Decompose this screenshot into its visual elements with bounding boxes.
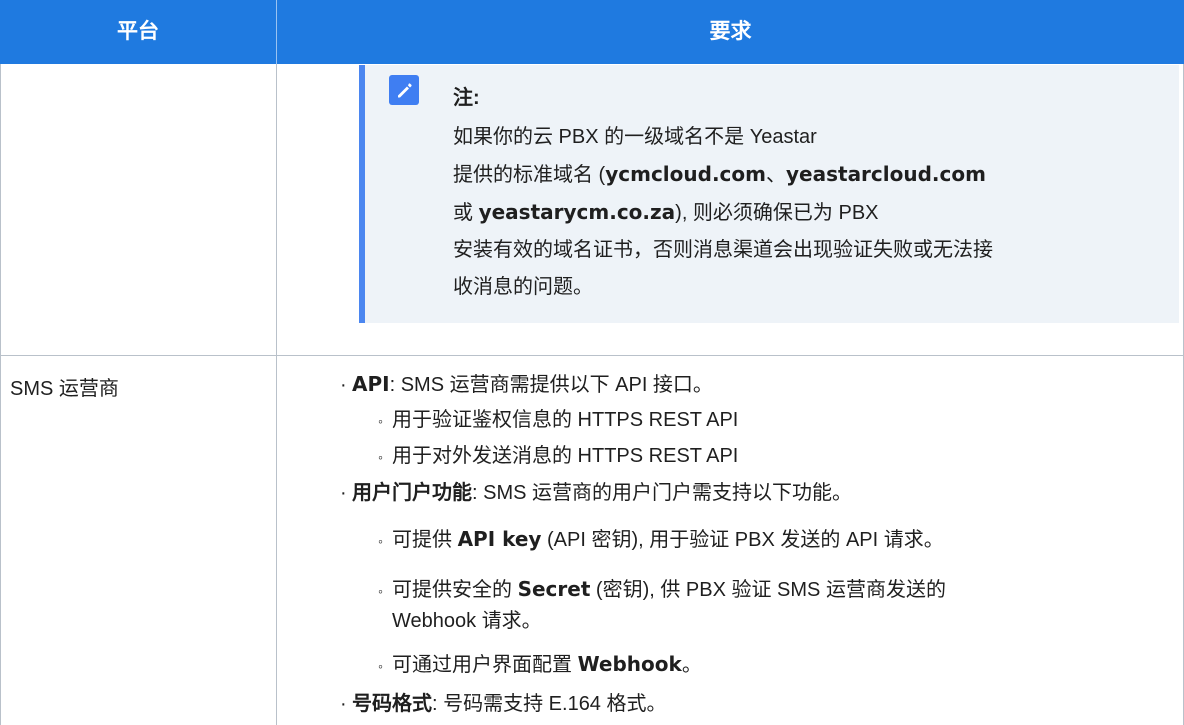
note-line: 安装有效的域名证书，否则消息渠道会出现验证失败或无法接: [453, 239, 993, 261]
row-divider: [0, 355, 1184, 356]
requirement-portal-sub: ◦ 可提供安全的 Secret (密钥), 供 PBX 验证 SMS 运营商发送的: [378, 573, 946, 607]
platform-sms-carrier: SMS 运营商: [10, 378, 119, 400]
label-portal: 用户门户功能: [352, 480, 472, 504]
note-text: 或: [453, 202, 479, 224]
note-body: 如果你的云 PBX 的一级域名不是 Yeastar 提供的标准域名 (ycmcl…: [453, 119, 1173, 306]
text: : 号码需支持 E.164 格式。: [432, 693, 667, 715]
text: 可提供安全的: [392, 579, 518, 601]
note-title: 注:: [453, 87, 480, 109]
sub-bullet: ◦: [378, 533, 383, 549]
sub-bullet: ◦: [378, 658, 383, 674]
text: 可提供: [392, 529, 458, 551]
note-text: 、: [766, 164, 786, 186]
text: 用于验证鉴权信息的 HTTPS REST API: [392, 409, 739, 431]
sub-bullet: ◦: [378, 449, 383, 465]
text: (API 密钥), 用于验证 PBX 发送的 API 请求。: [541, 529, 944, 551]
text: 。: [681, 654, 702, 676]
text: 可通过用户界面配置: [392, 654, 578, 676]
label-api-key: API key: [457, 527, 542, 551]
text: 用于对外发送消息的 HTTPS REST API: [392, 445, 739, 467]
text: : SMS 运营商需提供以下 API 接口。: [389, 374, 713, 396]
pencil-edit-icon: [389, 75, 419, 105]
header-requirements: 要求: [709, 20, 752, 43]
domain-yeastarcloud: yeastarcloud.com: [786, 162, 986, 186]
note-text: ), 则必须确保已为 PBX: [675, 202, 879, 224]
bullet: ·: [340, 482, 347, 504]
sub-bullet: ◦: [378, 413, 383, 429]
requirement-portal: · 用户门户功能: SMS 运营商的用户门户需支持以下功能。: [340, 476, 852, 509]
text: (密钥), 供 PBX 验证 SMS 运营商发送的: [590, 579, 946, 601]
requirement-portal-sub-cont: Webhook 请求。: [392, 610, 542, 632]
requirement-api-sub: ◦ 用于对外发送消息的 HTTPS REST API: [378, 440, 738, 473]
requirements-table: 平台 要求 注: 如果你的云 PBX 的一级域名不是 Yeastar 提供的标准…: [0, 0, 1184, 725]
label-webhook: Webhook: [577, 652, 682, 676]
header-platform: 平台: [117, 20, 159, 43]
note-line: 收消息的问题。: [453, 276, 593, 298]
requirement-api-sub: ◦ 用于验证鉴权信息的 HTTPS REST API: [378, 404, 738, 437]
column-divider: [276, 64, 277, 725]
label-format: 号码格式: [352, 691, 432, 715]
requirement-portal-sub: ◦ 可通过用户界面配置 Webhook。: [378, 648, 702, 682]
label-api: API: [352, 372, 390, 396]
requirement-api: · API: SMS 运营商需提供以下 API 接口。: [340, 368, 713, 401]
domain-ycmcloud: ycmcloud.com: [605, 162, 766, 186]
bullet: ·: [340, 374, 347, 396]
bullet: ·: [340, 693, 347, 715]
sub-bullet: ◦: [378, 583, 383, 599]
note-line: 如果你的云 PBX 的一级域名不是 Yeastar: [453, 126, 817, 148]
table-header: 平台 要求: [0, 0, 1184, 64]
requirement-number-format: · 号码格式: 号码需支持 E.164 格式。: [340, 687, 667, 720]
table-left-border: [0, 64, 1, 725]
note-line: 提供的标准域名 (ycmcloud.com、yeastarcloud.com: [453, 156, 1173, 194]
note-text: 提供的标准域名 (: [453, 164, 606, 186]
text: : SMS 运营商的用户门户需支持以下功能。: [472, 482, 853, 504]
domain-yeastarycm: yeastarycm.co.za: [478, 200, 676, 224]
label-secret: Secret: [517, 577, 591, 601]
note-line: 或 yeastarycm.co.za), 则必须确保已为 PBX: [453, 194, 1173, 232]
requirement-portal-sub: ◦ 可提供 API key (API 密钥), 用于验证 PBX 发送的 API …: [378, 523, 944, 557]
note-callout: 注: 如果你的云 PBX 的一级域名不是 Yeastar 提供的标准域名 (yc…: [359, 65, 1179, 323]
